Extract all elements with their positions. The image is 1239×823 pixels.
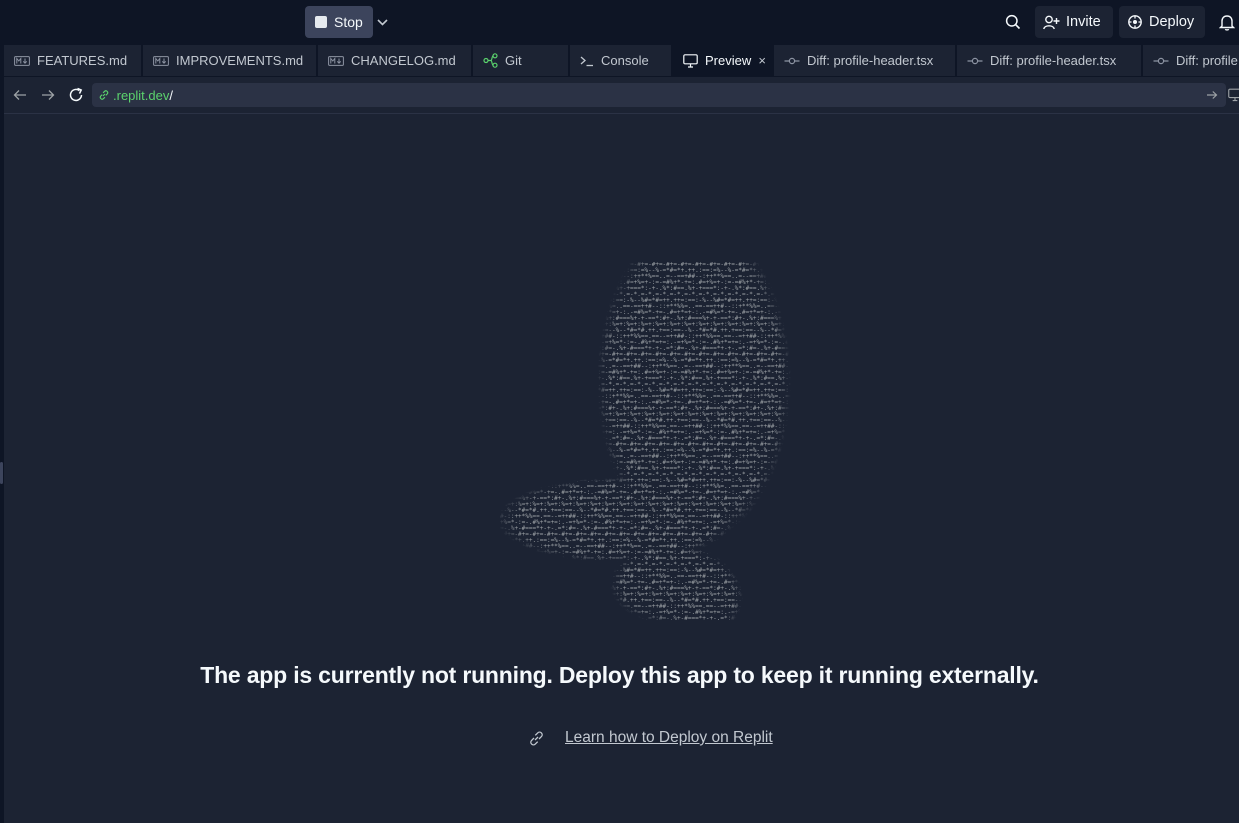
back-button[interactable] bbox=[10, 85, 30, 105]
forward-button[interactable] bbox=[38, 85, 58, 105]
tab-diff-profile-header-2[interactable]: Diff: profile-header.tsx bbox=[957, 45, 1142, 76]
tab-diff-profile-3[interactable]: Diff: profile bbox=[1143, 45, 1239, 76]
tab-changelog-md[interactable]: CHANGELOG.md bbox=[318, 45, 472, 76]
add-user-icon bbox=[1043, 15, 1060, 29]
tab-preview[interactable]: Preview × bbox=[673, 45, 773, 76]
resize-handle[interactable] bbox=[0, 462, 3, 484]
browser-address-bar: .replit.dev / bbox=[4, 77, 1239, 114]
monitor-icon bbox=[683, 53, 698, 68]
tab-label: CHANGELOG.md bbox=[351, 53, 456, 68]
url-path: / bbox=[169, 87, 173, 103]
tab-bar: FEATURES.md IMPROVEMENTS.md CHANGELOG.md… bbox=[0, 44, 1239, 76]
device-view-button[interactable] bbox=[1228, 85, 1239, 105]
tab-label: Diff: profile-header.tsx bbox=[990, 53, 1117, 68]
learn-deploy-link[interactable]: Learn how to Deploy on Replit bbox=[565, 729, 773, 747]
top-toolbar: Stop Invite Deploy bbox=[0, 0, 1239, 44]
monitor-icon bbox=[1228, 88, 1239, 102]
reload-button[interactable] bbox=[66, 85, 86, 105]
tab-git[interactable]: Git bbox=[473, 45, 569, 76]
refresh-icon bbox=[69, 87, 83, 102]
commit-icon bbox=[784, 57, 800, 64]
not-running-message: The app is currently not running. Deploy… bbox=[200, 662, 1039, 688]
search-icon bbox=[1005, 14, 1021, 30]
tab-diff-profile-header-1[interactable]: Diff: profile-header.tsx bbox=[774, 45, 956, 76]
stop-button-label: Stop bbox=[334, 14, 363, 30]
tab-label: FEATURES.md bbox=[37, 53, 128, 68]
stop-icon bbox=[315, 16, 327, 28]
bell-icon bbox=[1219, 14, 1235, 31]
deploy-button-label: Deploy bbox=[1149, 14, 1195, 30]
tab-console[interactable]: Console bbox=[570, 45, 672, 76]
tab-label: Diff: profile-header.tsx bbox=[807, 53, 934, 68]
stop-button[interactable]: Stop bbox=[305, 6, 373, 38]
arrow-left-icon bbox=[13, 90, 26, 100]
run-options-button[interactable] bbox=[374, 12, 390, 32]
chevron-down-icon bbox=[376, 18, 388, 26]
markdown-icon bbox=[14, 55, 30, 66]
markdown-icon bbox=[153, 55, 169, 66]
url-input[interactable]: .replit.dev / bbox=[92, 83, 1226, 107]
link-icon bbox=[99, 90, 109, 100]
commit-icon bbox=[967, 57, 983, 64]
commit-icon bbox=[1153, 57, 1169, 64]
deploy-icon bbox=[1128, 15, 1142, 29]
tab-label: Preview bbox=[705, 53, 752, 68]
tab-label: Git bbox=[505, 53, 522, 68]
tab-label: Console bbox=[601, 53, 649, 68]
invite-button[interactable]: Invite bbox=[1035, 6, 1113, 38]
arrow-right-icon bbox=[42, 90, 55, 100]
invite-button-label: Invite bbox=[1066, 14, 1101, 30]
close-tab-icon[interactable]: × bbox=[758, 53, 766, 68]
open-arrow-icon[interactable] bbox=[1206, 90, 1218, 100]
notifications-button[interactable] bbox=[1216, 11, 1238, 33]
tab-improvements-md[interactable]: IMPROVEMENTS.md bbox=[143, 45, 317, 76]
git-icon bbox=[483, 53, 498, 68]
terminal-icon bbox=[580, 56, 593, 66]
tab-label: IMPROVEMENTS.md bbox=[176, 53, 304, 68]
deploy-button[interactable]: Deploy bbox=[1119, 6, 1205, 38]
tab-label: Diff: profile bbox=[1176, 53, 1238, 68]
ascii-art-illustration: =-#+=-#+=-#+=-#+=-#+=-#+=-#+=-#+=-#+=-#+… bbox=[500, 262, 820, 622]
search-button[interactable] bbox=[1002, 11, 1024, 33]
markdown-icon bbox=[328, 55, 344, 66]
link-icon bbox=[530, 731, 543, 745]
url-host: .replit.dev bbox=[113, 87, 170, 103]
learn-deploy-row: Learn how to Deploy on Replit bbox=[528, 727, 773, 749]
ascii-art-image: =-#+=-#+=-#+=-#+=-#+=-#+=-#+=-#+=-#+=-#+… bbox=[500, 262, 820, 622]
tab-features-md[interactable]: FEATURES.md bbox=[4, 45, 142, 76]
